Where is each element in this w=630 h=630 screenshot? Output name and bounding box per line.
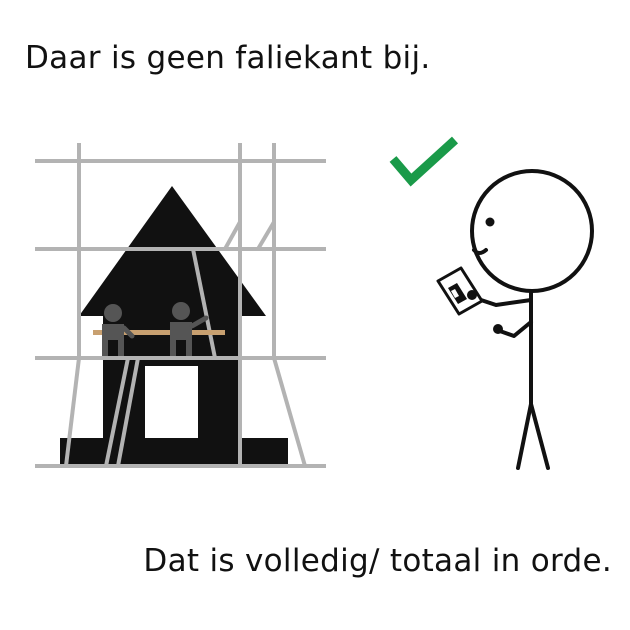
hand-right bbox=[493, 324, 503, 334]
clipboard-icon bbox=[436, 266, 484, 316]
pictogram-illustration bbox=[35, 136, 594, 470]
stick-figure-icon bbox=[470, 169, 594, 470]
bottom-caption: Dat is volledig/ totaal in orde. bbox=[143, 543, 612, 579]
checkmark-icon bbox=[389, 136, 459, 187]
hand-left bbox=[467, 290, 477, 300]
